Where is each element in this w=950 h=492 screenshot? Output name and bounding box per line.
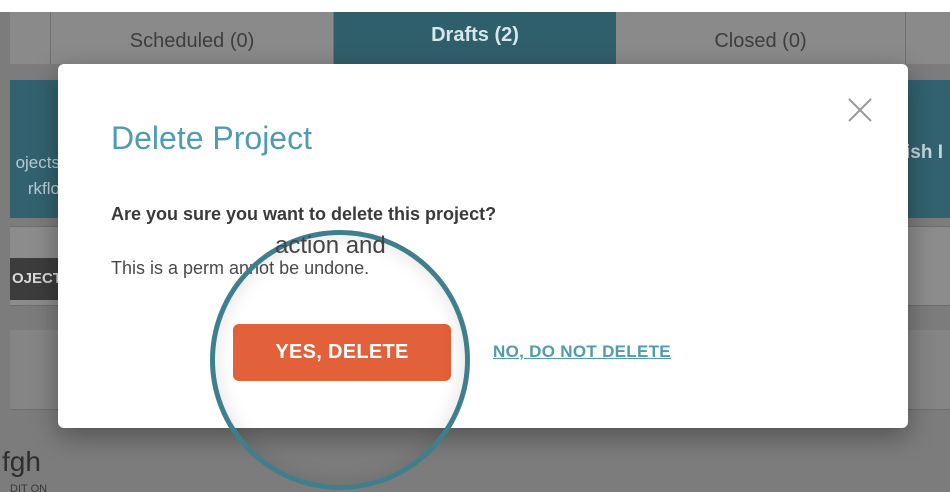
close-icon-glyph [848, 98, 872, 122]
project-name[interactable]: fgh [2, 446, 41, 478]
delete-project-dialog: Delete Project Are you sure you want to … [58, 64, 908, 428]
tab-closed[interactable]: Closed (0) [616, 12, 906, 64]
status-tabs: Scheduled (0) Drafts (2) Closed (0) [10, 12, 950, 64]
dialog-title: Delete Project [111, 120, 312, 156]
yes-delete-button[interactable]: YES, DELETE [233, 324, 451, 381]
band-left-line: ojects [15, 153, 60, 172]
confirm-detail: This is a perm annot be undone. [111, 258, 370, 278]
project-subtitle: DIT ON [10, 483, 48, 492]
top-strip [0, 0, 950, 12]
band-right-text: ish I [905, 142, 944, 163]
close-icon[interactable] [844, 94, 876, 126]
confirm-question: Are you sure you want to delete this pro… [111, 204, 497, 224]
band-left-line: rkflo [27, 179, 60, 198]
no-do-not-delete-link[interactable]: NO, DO NOT DELETE [493, 342, 671, 362]
tab-scheduled[interactable]: Scheduled (0) [50, 12, 334, 64]
tab-drafts[interactable]: Drafts (2) [334, 12, 616, 64]
band-left-text: ojects rkflo [0, 150, 60, 202]
